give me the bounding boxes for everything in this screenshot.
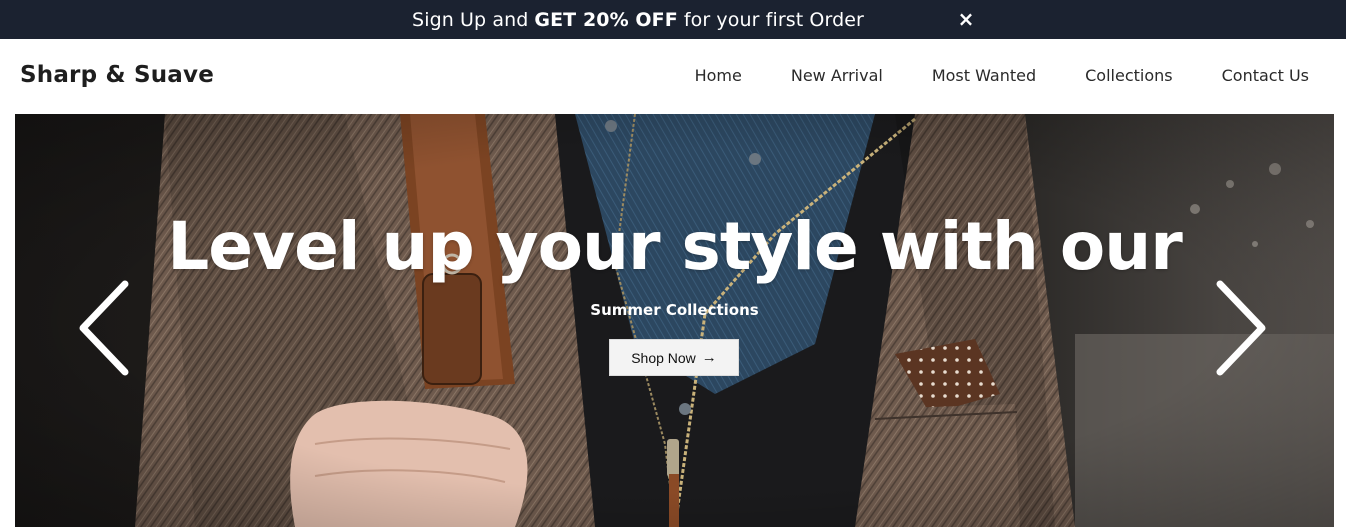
main-nav: Home New Arrival Most Wanted Collections…	[695, 66, 1309, 85]
promo-bar: Sign Up and GET 20% OFF for your first O…	[0, 0, 1346, 39]
arrow-right-icon: →	[701, 349, 717, 366]
promo-text-after: for your first Order	[683, 8, 864, 31]
nav-home[interactable]: Home	[695, 66, 742, 85]
hero-subtitle: Summer Collections	[590, 301, 759, 319]
chevron-left-icon[interactable]	[73, 278, 133, 378]
nav-contact-us[interactable]: Contact Us	[1222, 66, 1309, 85]
nav-collections[interactable]: Collections	[1085, 66, 1172, 85]
shop-now-button[interactable]: Shop Now →	[609, 339, 739, 376]
chevron-right-icon[interactable]	[1212, 278, 1272, 378]
promo-text-before: Sign Up and	[412, 8, 529, 31]
promo-text: Sign Up and GET 20% OFF for your first O…	[412, 9, 864, 31]
hero-image	[15, 114, 1334, 527]
close-icon[interactable]: ×	[954, 7, 978, 31]
hero-carousel: Level up your style with our Summer Coll…	[15, 114, 1334, 527]
promo-highlight: GET 20% OFF	[534, 8, 678, 31]
site-header: Sharp & Suave Home New Arrival Most Want…	[0, 39, 1346, 114]
brand-logo[interactable]: Sharp & Suave	[20, 62, 214, 88]
hero-title: Level up your style with our	[167, 208, 1183, 285]
nav-new-arrival[interactable]: New Arrival	[791, 66, 883, 85]
shop-now-label: Shop Now	[631, 349, 696, 366]
nav-most-wanted[interactable]: Most Wanted	[932, 66, 1036, 85]
